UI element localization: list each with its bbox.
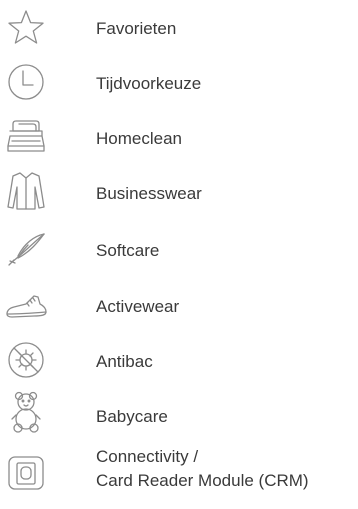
menu-item-label-line1: Connectivity / [96,447,199,466]
sneaker-icon [4,284,48,328]
menu-item-label-line2: Card Reader Module (CRM) [96,471,309,490]
menu-item-babycare[interactable]: Babycare [0,388,358,444]
card-reader-icon [4,451,48,495]
menu-item-antibac[interactable]: Antibac [0,334,358,390]
star-icon [4,6,48,50]
menu-item-homeclean[interactable]: Homeclean [0,111,358,167]
menu-item-label: Antibac [96,352,153,371]
menu-item-activewear[interactable]: Activewear [0,278,358,334]
menu-item-label: Businesswear [96,184,202,203]
menu-item-label: Tijdvoorkeuze [96,74,202,93]
menu-item-label: Favorieten [96,19,177,38]
feather-icon [4,226,48,270]
shirt-icon [4,169,48,213]
menu-item-softcare[interactable]: Softcare [0,222,358,278]
folded-linen-icon [4,115,48,159]
menu-item-label: Softcare [96,241,160,260]
clock-icon [4,60,48,104]
menu-item-connectivity-crm[interactable]: Connectivity / Card Reader Module (CRM) [0,443,358,507]
menu-item-businesswear[interactable]: Businesswear [0,167,358,223]
menu-item-tijdvoorkeuze[interactable]: Tijdvoorkeuze [0,56,358,112]
program-menu: Favorieten Tijdvoorkeuze Homeclean Busin… [0,0,358,509]
menu-item-label: Babycare [96,407,168,426]
menu-item-label: Homeclean [96,129,182,148]
antibacterial-icon [4,338,48,382]
menu-item-label: Activewear [96,297,180,316]
menu-item-favorieten[interactable]: Favorieten [0,4,358,60]
teddy-bear-icon [4,390,48,434]
